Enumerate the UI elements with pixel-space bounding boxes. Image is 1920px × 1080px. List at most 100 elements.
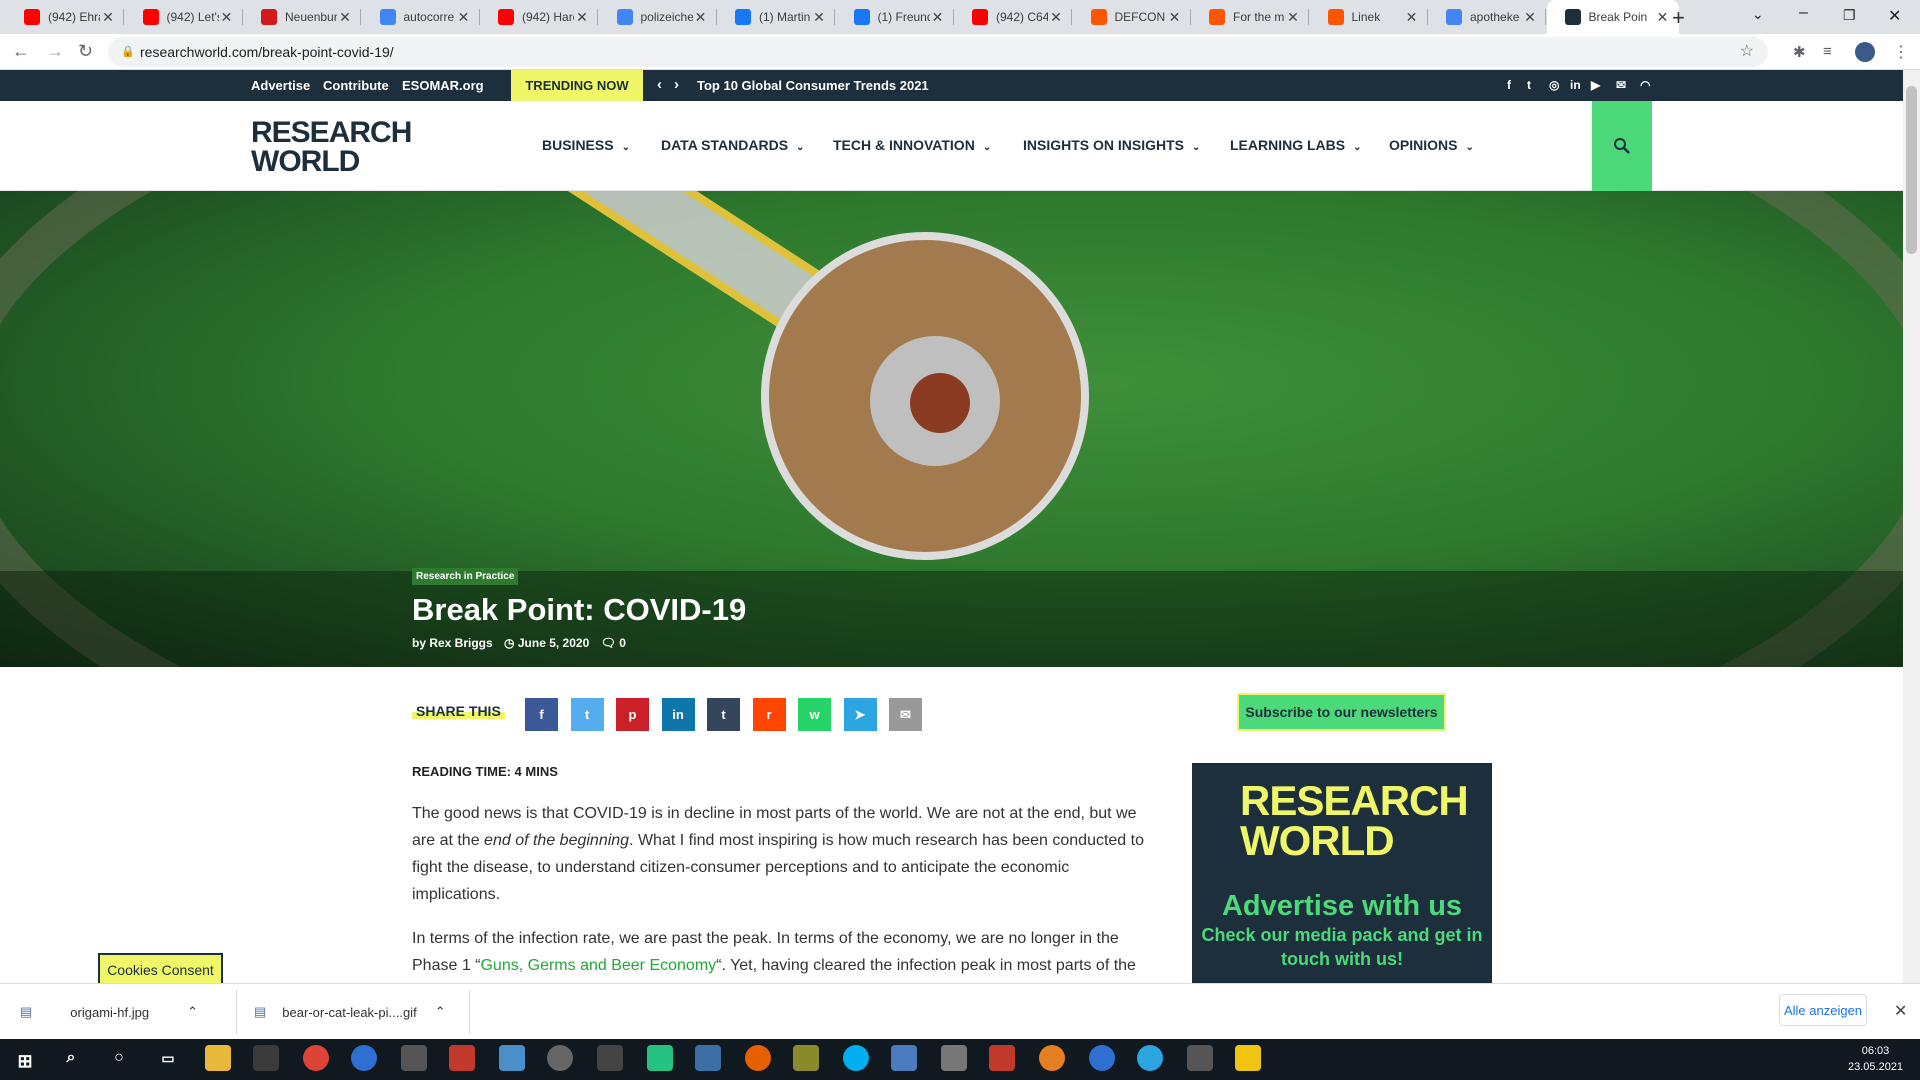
- app-icon[interactable]: [547, 1045, 573, 1071]
- app-icon[interactable]: [793, 1045, 819, 1071]
- close-tab-icon[interactable]: ✕: [693, 9, 709, 26]
- email-icon[interactable]: ✉: [1616, 78, 1626, 92]
- system-clock[interactable]: 06:03 23.05.2021: [1848, 1043, 1903, 1075]
- app-icon[interactable]: [1089, 1045, 1115, 1071]
- app-icon[interactable]: [941, 1045, 967, 1071]
- browser-tab[interactable]: (942) Let's ✕: [125, 0, 243, 34]
- browser-tab[interactable]: Linek ✕: [1310, 0, 1428, 34]
- menu-data-standards[interactable]: DATA STANDARDS ⌄: [661, 137, 804, 153]
- browser-tab[interactable]: (1) Freund ✕: [836, 0, 954, 34]
- browser-tab[interactable]: polizeiche ✕: [599, 0, 717, 34]
- instagram-icon[interactable]: ◎: [1549, 78, 1559, 92]
- chrome-icon[interactable]: [303, 1045, 329, 1071]
- close-tab-icon[interactable]: ✕: [1048, 9, 1064, 26]
- notepad-icon[interactable]: [1235, 1045, 1261, 1071]
- share-email-button[interactable]: ✉: [889, 698, 922, 731]
- chevron-up-icon[interactable]: ⌃: [435, 1004, 446, 1020]
- close-tab-icon[interactable]: ✕: [456, 9, 472, 26]
- tab-search-icon[interactable]: ⌄: [1752, 6, 1764, 23]
- close-tab-icon[interactable]: ✕: [811, 9, 827, 26]
- app-icon[interactable]: [449, 1045, 475, 1071]
- app-icon[interactable]: [401, 1045, 427, 1071]
- topbar-link-contribute[interactable]: Contribute: [323, 78, 389, 93]
- extensions-icon[interactable]: ✱: [1793, 43, 1806, 61]
- close-tab-icon[interactable]: ✕: [219, 9, 235, 26]
- author-link[interactable]: by Rex Briggs: [412, 636, 493, 650]
- linkedin-icon[interactable]: in: [1570, 78, 1581, 92]
- scrollbar-thumb[interactable]: [1906, 86, 1917, 254]
- firefox-icon[interactable]: [745, 1045, 771, 1071]
- guns-germs-beer-link[interactable]: Guns, Germs and Beer Economy: [480, 957, 716, 974]
- app-icon[interactable]: [351, 1045, 377, 1071]
- share-tumblr-button[interactable]: t: [707, 698, 740, 731]
- cortana-icon[interactable]: ○: [106, 1045, 132, 1071]
- advertise-banner[interactable]: RESEARCH WORLD Advertise with us Check o…: [1192, 763, 1492, 983]
- browser-tab[interactable]: (942) Ehra ✕: [6, 0, 124, 34]
- download-item[interactable]: ▤ bear-or-cat-leak-pi....gif ⌃: [254, 984, 454, 1040]
- menu-opinions[interactable]: OPINIONS ⌄: [1389, 137, 1474, 153]
- search-taskbar-icon[interactable]: ⌕: [58, 1045, 84, 1071]
- chevron-up-icon[interactable]: ⌃: [187, 1004, 198, 1020]
- menu-insights-on-insights[interactable]: INSIGHTS ON INSIGHTS ⌄: [1023, 137, 1200, 153]
- browser-tab[interactable]: DEFCON 5✕: [1073, 0, 1191, 34]
- windows-start-icon[interactable]: ⊞: [12, 1048, 38, 1074]
- forward-icon[interactable]: →: [46, 41, 64, 62]
- trending-prev-icon[interactable]: ‹: [657, 76, 662, 93]
- share-facebook-button[interactable]: f: [525, 698, 558, 731]
- facebook-icon[interactable]: f: [1507, 78, 1511, 92]
- app-icon[interactable]: [891, 1045, 917, 1071]
- share-linkedin-button[interactable]: in: [661, 698, 695, 731]
- search-button[interactable]: [1592, 101, 1652, 191]
- browser-tab[interactable]: (942) C64 ✕: [954, 0, 1072, 34]
- close-window-button[interactable]: ✕: [1888, 6, 1901, 26]
- close-downloads-icon[interactable]: ✕: [1894, 1001, 1907, 1021]
- close-tab-icon[interactable]: ✕: [1285, 9, 1301, 26]
- back-icon[interactable]: ←: [12, 41, 30, 62]
- share-reddit-button[interactable]: r: [752, 698, 786, 731]
- site-logo[interactable]: RESEARCH WORLD: [251, 118, 412, 177]
- browser-tab[interactable]: (1) Martin ✕: [717, 0, 835, 34]
- category-tag[interactable]: Research in Practice: [412, 568, 519, 585]
- show-all-downloads-button[interactable]: Alle anzeigen: [1779, 994, 1867, 1026]
- maximize-button[interactable]: ❐: [1843, 7, 1856, 24]
- browser-tab[interactable]: autocorre ✕: [362, 0, 480, 34]
- download-item[interactable]: ▤ origami-hf.jpg ⌃: [20, 984, 220, 1040]
- close-tab-icon[interactable]: ✕: [1655, 9, 1671, 26]
- close-tab-icon[interactable]: ✕: [1404, 9, 1420, 26]
- file-explorer-icon[interactable]: [205, 1045, 231, 1071]
- topbar-link-esomar[interactable]: ESOMAR.org: [402, 78, 484, 93]
- profile-avatar[interactable]: [1855, 42, 1875, 62]
- subscribe-newsletter-button[interactable]: Subscribe to our newsletters: [1237, 693, 1446, 731]
- menu-business[interactable]: BUSINESS ⌄: [542, 137, 630, 153]
- app-icon[interactable]: [499, 1045, 525, 1071]
- close-tab-icon[interactable]: ✕: [574, 9, 590, 26]
- task-view-icon[interactable]: ▭: [155, 1045, 181, 1071]
- comment-count[interactable]: 0: [619, 636, 626, 650]
- app-icon[interactable]: [647, 1045, 673, 1071]
- app-icon[interactable]: [1187, 1045, 1213, 1071]
- telegram-icon[interactable]: [1137, 1045, 1163, 1071]
- close-tab-icon[interactable]: ✕: [1167, 9, 1183, 26]
- store-icon[interactable]: [253, 1045, 279, 1071]
- close-tab-icon[interactable]: ✕: [100, 9, 116, 26]
- browser-tab[interactable]: (942) Harc ✕: [480, 0, 598, 34]
- reading-list-icon[interactable]: ≡: [1823, 43, 1832, 60]
- browser-tab[interactable]: For the m ✕: [1191, 0, 1309, 34]
- menu-tech-innovation[interactable]: TECH & INNOVATION ⌄: [833, 137, 991, 153]
- browser-tab[interactable]: Break Poin ✕: [1546, 0, 1679, 34]
- app-icon[interactable]: [597, 1045, 623, 1071]
- cookies-consent-button[interactable]: Cookies Consent: [98, 953, 223, 984]
- youtube-icon[interactable]: ▶: [1591, 78, 1600, 92]
- address-bar[interactable]: 🔒 researchworld.com/break-point-covid-19…: [108, 37, 1768, 67]
- close-tab-icon[interactable]: ✕: [1522, 9, 1538, 26]
- app-icon[interactable]: [695, 1045, 721, 1071]
- rss-icon[interactable]: ◠: [1640, 78, 1650, 92]
- app-icon[interactable]: [989, 1045, 1015, 1071]
- trending-next-icon[interactable]: ›: [674, 76, 679, 93]
- menu-learning-labs[interactable]: LEARNING LABS ⌄: [1230, 137, 1362, 153]
- minimize-button[interactable]: –: [1799, 4, 1808, 22]
- share-pinterest-button[interactable]: p: [616, 698, 649, 731]
- share-telegram-button[interactable]: ➤: [843, 698, 877, 731]
- browser-menu-icon[interactable]: ⋮: [1893, 42, 1909, 62]
- close-tab-icon[interactable]: ✕: [930, 9, 946, 26]
